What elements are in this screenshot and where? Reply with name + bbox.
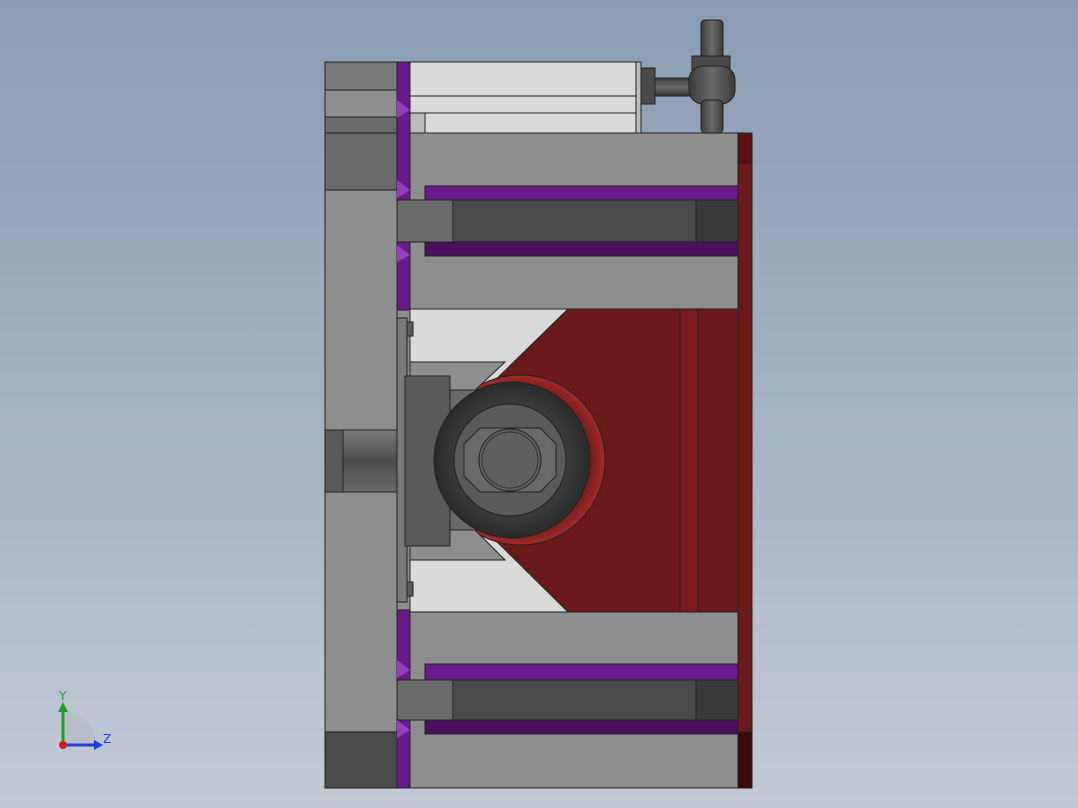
upper-guide-block[interactable] [396,132,739,310]
base-plate[interactable] [324,61,398,789]
elbow-fitting[interactable] [640,19,736,134]
end-cap-plate[interactable] [737,132,753,789]
cylinder-top[interactable] [409,61,642,134]
lower-guide-block[interactable] [396,611,739,789]
cad-graphics-viewport[interactable]: Y Z [0,0,1078,808]
roller-bearing[interactable] [433,381,591,539]
model-view[interactable]: Y Z [0,0,1078,808]
coordinate-triad: Y Z [58,689,111,750]
triad-z-label: Z [103,732,111,746]
x-axis-icon [59,741,67,749]
triad-y-label: Y [58,689,67,703]
